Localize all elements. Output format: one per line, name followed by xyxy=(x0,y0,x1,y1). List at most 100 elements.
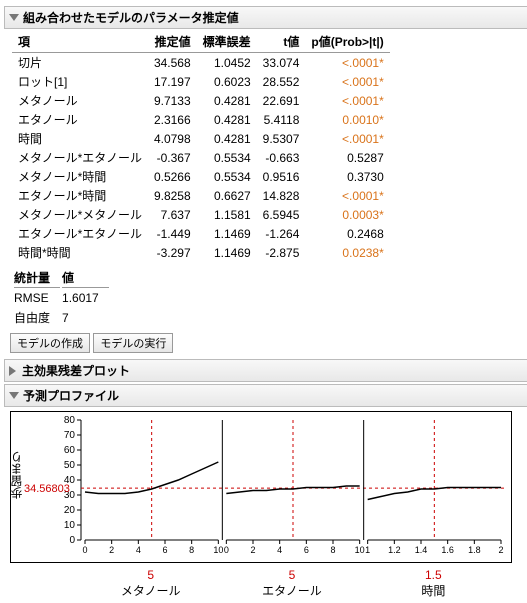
cell-t: 6.5945 xyxy=(257,205,306,224)
col-est: 推定値 xyxy=(148,31,197,53)
table-row: メタノール*メタノール7.6371.15816.59450.0003* xyxy=(12,205,390,224)
cell-est: 7.637 xyxy=(148,205,197,224)
cell-est: 4.0798 xyxy=(148,129,197,148)
section-header-prediction-profiler[interactable]: 予測プロファイル xyxy=(4,384,527,407)
cell-t: 9.5307 xyxy=(257,129,306,148)
cell-stat-val: 7 xyxy=(62,308,109,327)
x-axis-label: 5エタノール xyxy=(221,568,362,599)
cell-p: 0.0003* xyxy=(305,205,389,224)
svg-text:1.8: 1.8 xyxy=(468,545,481,555)
cell-term: メタノール*メタノール xyxy=(12,205,148,224)
svg-text:6: 6 xyxy=(304,545,309,555)
prediction-profiler: 歩留まり 34.56803 01020304050607080024681002… xyxy=(10,411,527,599)
svg-text:50: 50 xyxy=(64,460,76,471)
cell-est: -1.449 xyxy=(148,224,197,243)
section-title: 組み合わせたモデルのパラメータ推定値 xyxy=(23,9,239,26)
section-title: 予測プロファイル xyxy=(23,387,119,404)
y-axis-label: 歩留まり xyxy=(8,451,25,499)
svg-text:0: 0 xyxy=(82,545,87,555)
stats-col-val: 値 xyxy=(62,268,109,288)
table-row: 自由度7 xyxy=(14,308,109,327)
svg-text:8: 8 xyxy=(189,545,194,555)
svg-text:80: 80 xyxy=(64,415,76,426)
cell-t: 5.4118 xyxy=(257,110,306,129)
cell-p: <.0001* xyxy=(305,186,389,205)
cell-term: 時間*時間 xyxy=(12,243,148,262)
svg-text:20: 20 xyxy=(64,505,76,516)
profiler-plot[interactable]: 010203040506070800246810024681011.21.41.… xyxy=(10,411,512,563)
cell-t: -0.663 xyxy=(257,148,306,167)
x-axis-label: 1.5時間 xyxy=(363,568,504,599)
cell-se: 0.5534 xyxy=(197,167,257,186)
svg-text:6: 6 xyxy=(162,545,167,555)
svg-text:8: 8 xyxy=(330,545,335,555)
table-row: 切片34.5681.045233.074<.0001* xyxy=(12,53,390,73)
cell-p: 0.5287 xyxy=(305,148,389,167)
svg-text:0: 0 xyxy=(69,535,75,546)
cell-t: 14.828 xyxy=(257,186,306,205)
cell-se: 1.1469 xyxy=(197,224,257,243)
cell-term: 切片 xyxy=(12,53,148,73)
table-row: メタノール9.71330.428122.691<.0001* xyxy=(12,91,390,110)
section-header-param-estimates[interactable]: 組み合わせたモデルのパラメータ推定値 xyxy=(4,6,527,29)
y-current-value: 34.56803 xyxy=(24,483,70,495)
cell-term: メタノール xyxy=(12,91,148,110)
cell-p: <.0001* xyxy=(305,72,389,91)
svg-text:10: 10 xyxy=(64,520,76,531)
cell-est: 17.197 xyxy=(148,72,197,91)
col-term: 項 xyxy=(12,31,148,53)
cell-stat-val: 1.6017 xyxy=(62,290,109,306)
section-header-residual-plot[interactable]: 主効果残差プロット xyxy=(4,359,527,382)
cell-t: 28.552 xyxy=(257,72,306,91)
cell-se: 0.4281 xyxy=(197,110,257,129)
run-model-button[interactable]: モデルの実行 xyxy=(93,333,173,353)
knob-value: 1.5 xyxy=(363,568,504,582)
cell-est: 2.3166 xyxy=(148,110,197,129)
table-row: エタノール*エタノール-1.4491.1469-1.2640.2468 xyxy=(12,224,390,243)
make-model-button[interactable]: モデルの作成 xyxy=(10,333,90,353)
cell-se: 0.6023 xyxy=(197,72,257,91)
factor-name: 時間 xyxy=(363,582,504,599)
cell-est: 0.5266 xyxy=(148,167,197,186)
col-p: p値(Prob>|t|) xyxy=(305,31,389,53)
knob-value: 5 xyxy=(221,568,362,582)
col-se: 標準誤差 xyxy=(197,31,257,53)
table-row: 時間4.07980.42819.5307<.0001* xyxy=(12,129,390,148)
cell-p: 0.2468 xyxy=(305,224,389,243)
svg-text:10: 10 xyxy=(355,545,365,555)
svg-text:2: 2 xyxy=(109,545,114,555)
table-row: エタノール*時間9.82580.662714.828<.0001* xyxy=(12,186,390,205)
svg-text:10: 10 xyxy=(213,545,223,555)
cell-term: エタノール*エタノール xyxy=(12,224,148,243)
cell-term: エタノール xyxy=(12,110,148,129)
table-row: エタノール2.31660.42815.41180.0010* xyxy=(12,110,390,129)
cell-est: 9.7133 xyxy=(148,91,197,110)
cell-se: 0.5534 xyxy=(197,148,257,167)
cell-p: 0.0238* xyxy=(305,243,389,262)
table-row: RMSE1.6017 xyxy=(14,290,109,306)
chevron-right-icon xyxy=(9,366,16,376)
cell-term: 時間 xyxy=(12,129,148,148)
x-axis-label: 5メタノール xyxy=(80,568,221,599)
cell-p: <.0001* xyxy=(305,53,389,73)
cell-est: -3.297 xyxy=(148,243,197,262)
col-t: t値 xyxy=(257,31,306,53)
cell-est: 9.8258 xyxy=(148,186,197,205)
cell-se: 1.1581 xyxy=(197,205,257,224)
section-title: 主効果残差プロット xyxy=(22,362,130,379)
cell-stat-name: 自由度 xyxy=(14,308,60,327)
param-estimates-table: 項 推定値 標準誤差 t値 p値(Prob>|t|) 切片34.5681.045… xyxy=(12,31,390,262)
cell-p: 0.3730 xyxy=(305,167,389,186)
chevron-down-icon xyxy=(9,14,19,21)
cell-t: 0.9516 xyxy=(257,167,306,186)
table-row: メタノール*時間0.52660.55340.95160.3730 xyxy=(12,167,390,186)
cell-term: メタノール*時間 xyxy=(12,167,148,186)
cell-t: -2.875 xyxy=(257,243,306,262)
cell-term: メタノール*エタノール xyxy=(12,148,148,167)
cell-t: 33.074 xyxy=(257,53,306,73)
svg-text:2: 2 xyxy=(250,545,255,555)
cell-se: 0.4281 xyxy=(197,129,257,148)
table-row: 時間*時間-3.2971.1469-2.8750.0238* xyxy=(12,243,390,262)
table-row: ロット[1]17.1970.602328.552<.0001* xyxy=(12,72,390,91)
factor-name: エタノール xyxy=(221,582,362,599)
